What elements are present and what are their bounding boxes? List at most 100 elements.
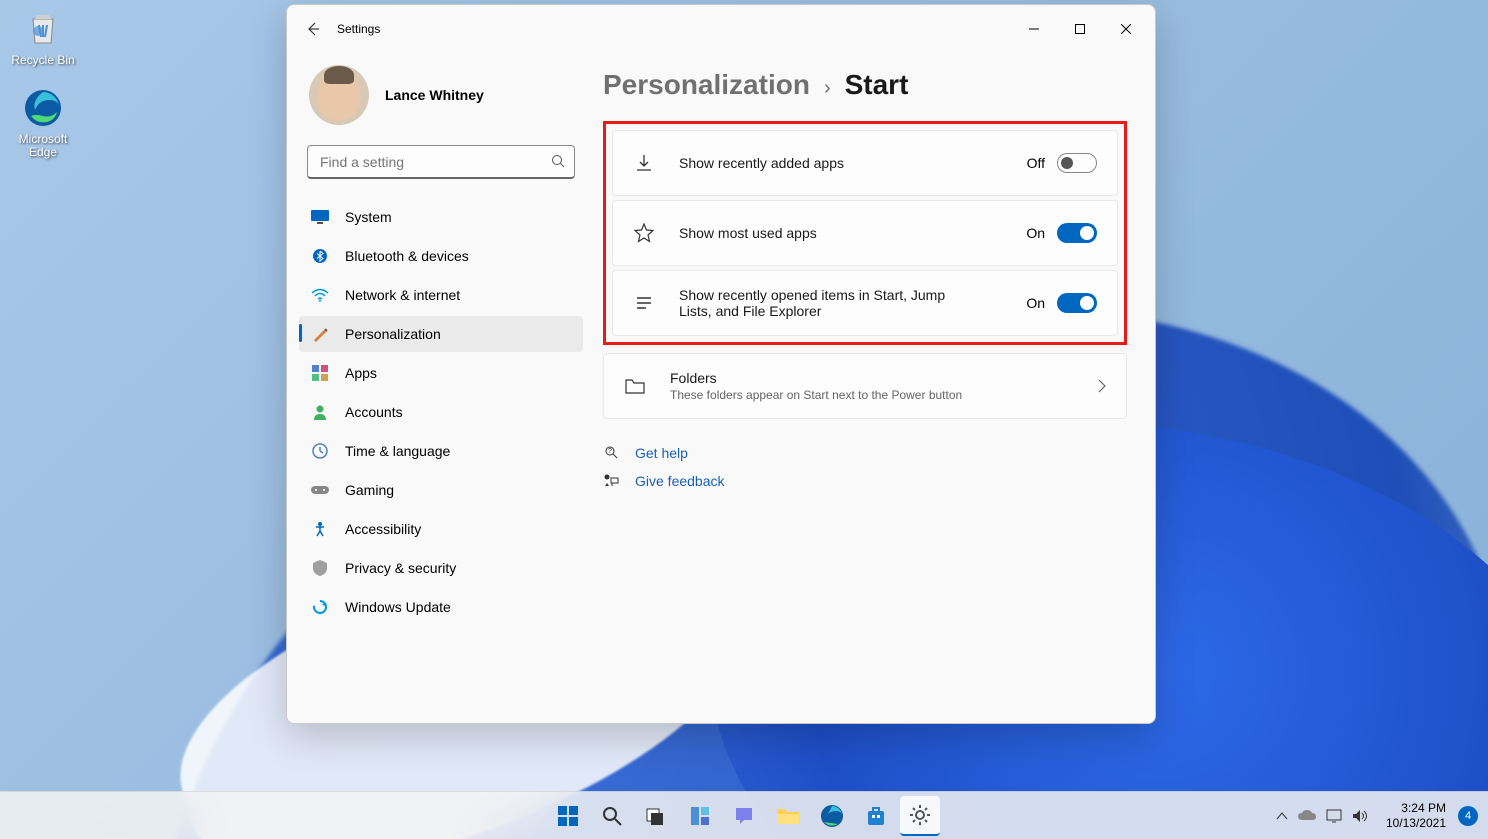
toggle-state-label: On bbox=[1026, 295, 1045, 311]
avatar bbox=[309, 65, 369, 125]
paintbrush-icon bbox=[311, 325, 329, 343]
breadcrumb: Personalization › Start bbox=[603, 69, 1127, 101]
search-box bbox=[307, 145, 575, 179]
give-feedback-link[interactable]: Give feedback bbox=[603, 467, 1127, 495]
maximize-button[interactable] bbox=[1057, 13, 1103, 45]
sidebar-item-gaming[interactable]: Gaming bbox=[299, 472, 583, 508]
clock-time: 3:24 PM bbox=[1386, 801, 1446, 815]
toggle-recent-items[interactable] bbox=[1057, 293, 1097, 313]
taskbar-search-button[interactable] bbox=[592, 796, 632, 836]
sidebar-item-label: Accessibility bbox=[345, 521, 421, 537]
svg-text:?: ? bbox=[608, 448, 612, 455]
feedback-icon bbox=[603, 473, 621, 489]
help-icon: ? bbox=[603, 445, 621, 461]
setting-sublabel: These folders appear on Start next to th… bbox=[670, 388, 1098, 402]
store-button[interactable] bbox=[856, 796, 896, 836]
volume-icon[interactable] bbox=[1352, 809, 1368, 823]
sidebar-item-label: Bluetooth & devices bbox=[345, 248, 469, 264]
sidebar-item-label: Accounts bbox=[345, 404, 403, 420]
desktop-icon-label: Microsoft Edge bbox=[8, 133, 78, 159]
toggle-recently-added[interactable] bbox=[1057, 153, 1097, 173]
help-link-label: Get help bbox=[635, 445, 688, 461]
shield-icon bbox=[311, 559, 329, 577]
setting-label: Show most used apps bbox=[679, 225, 1026, 241]
monitor-icon bbox=[311, 208, 329, 226]
list-icon bbox=[633, 292, 655, 314]
help-links: ? Get help Give feedback bbox=[603, 439, 1127, 495]
gamepad-icon bbox=[311, 481, 329, 499]
chevron-right-icon: › bbox=[824, 77, 831, 100]
folder-icon bbox=[624, 375, 646, 397]
back-button[interactable] bbox=[293, 13, 333, 45]
sidebar-item-network[interactable]: Network & internet bbox=[299, 277, 583, 313]
task-view-button[interactable] bbox=[636, 796, 676, 836]
apps-icon bbox=[311, 364, 329, 382]
get-help-link[interactable]: ? Get help bbox=[603, 439, 1127, 467]
desktop-icons: Recycle Bin Microsoft Edge bbox=[8, 8, 78, 180]
tray-chevron-up-icon[interactable] bbox=[1276, 812, 1288, 820]
network-tray-icon[interactable] bbox=[1326, 809, 1342, 823]
sidebar-item-label: Windows Update bbox=[345, 599, 451, 615]
edge-icon bbox=[22, 87, 64, 129]
search-icon bbox=[551, 154, 565, 168]
wifi-icon bbox=[311, 286, 329, 304]
sidebar-item-personalization[interactable]: Personalization bbox=[299, 316, 583, 352]
file-explorer-button[interactable] bbox=[768, 796, 808, 836]
profile-section[interactable]: Lance Whitney bbox=[299, 61, 583, 145]
globe-clock-icon bbox=[311, 442, 329, 460]
settings-window: Settings Lance Whitney System bbox=[286, 4, 1156, 724]
sidebar-item-bluetooth[interactable]: Bluetooth & devices bbox=[299, 238, 583, 274]
setting-row-recent-items[interactable]: Show recently opened items in Start, Jum… bbox=[612, 270, 1118, 336]
accessibility-icon bbox=[311, 520, 329, 538]
taskbar-right: 3:24 PM 10/13/2021 4 bbox=[1270, 801, 1488, 830]
page-title: Start bbox=[845, 69, 909, 101]
help-link-label: Give feedback bbox=[635, 473, 725, 489]
onedrive-icon[interactable] bbox=[1298, 810, 1316, 822]
taskbar: 3:24 PM 10/13/2021 4 bbox=[0, 791, 1488, 839]
widgets-button[interactable] bbox=[680, 796, 720, 836]
sidebar-item-label: Privacy & security bbox=[345, 560, 456, 576]
toggle-state-label: On bbox=[1026, 225, 1045, 241]
minimize-button[interactable] bbox=[1011, 13, 1057, 45]
update-icon bbox=[311, 598, 329, 616]
setting-label: Show recently opened items in Start, Jum… bbox=[679, 287, 959, 319]
sidebar-item-label: Gaming bbox=[345, 482, 394, 498]
setting-row-folders[interactable]: Folders These folders appear on Start ne… bbox=[603, 353, 1127, 419]
setting-label: Show recently added apps bbox=[679, 155, 1027, 171]
desktop-icon-edge[interactable]: Microsoft Edge bbox=[8, 87, 78, 159]
profile-name: Lance Whitney bbox=[385, 87, 484, 103]
desktop-icon-recycle-bin[interactable]: Recycle Bin bbox=[8, 8, 78, 67]
breadcrumb-parent[interactable]: Personalization bbox=[603, 69, 810, 101]
clock-date: 10/13/2021 bbox=[1386, 816, 1446, 830]
sidebar-item-label: Network & internet bbox=[345, 287, 460, 303]
setting-row-recently-added[interactable]: Show recently added apps Off bbox=[612, 130, 1118, 196]
toggle-most-used[interactable] bbox=[1057, 223, 1097, 243]
nav-list: System Bluetooth & devices Network & int… bbox=[299, 199, 583, 625]
setting-row-most-used[interactable]: Show most used apps On bbox=[612, 200, 1118, 266]
sidebar: Lance Whitney System Bluetooth & devices bbox=[287, 53, 587, 723]
sidebar-item-accounts[interactable]: Accounts bbox=[299, 394, 583, 430]
taskbar-clock[interactable]: 3:24 PM 10/13/2021 bbox=[1380, 801, 1452, 830]
sidebar-item-label: Time & language bbox=[345, 443, 450, 459]
close-button[interactable] bbox=[1103, 13, 1149, 45]
window-title: Settings bbox=[337, 22, 380, 36]
sidebar-item-privacy[interactable]: Privacy & security bbox=[299, 550, 583, 586]
bluetooth-icon bbox=[311, 247, 329, 265]
edge-taskbar-button[interactable] bbox=[812, 796, 852, 836]
settings-taskbar-button[interactable] bbox=[900, 796, 940, 836]
start-button[interactable] bbox=[548, 796, 588, 836]
sidebar-item-update[interactable]: Windows Update bbox=[299, 589, 583, 625]
highlighted-settings-group: Show recently added apps Off Show most u… bbox=[603, 121, 1127, 345]
sidebar-item-accessibility[interactable]: Accessibility bbox=[299, 511, 583, 547]
sidebar-item-apps[interactable]: Apps bbox=[299, 355, 583, 391]
sidebar-item-system[interactable]: System bbox=[299, 199, 583, 235]
chevron-right-icon bbox=[1098, 379, 1106, 393]
notification-badge[interactable]: 4 bbox=[1458, 806, 1478, 826]
chat-button[interactable] bbox=[724, 796, 764, 836]
search-input[interactable] bbox=[307, 145, 575, 179]
sidebar-item-label: Personalization bbox=[345, 326, 441, 342]
setting-label: Folders bbox=[670, 370, 1098, 386]
sidebar-item-label: System bbox=[345, 209, 392, 225]
sidebar-item-label: Apps bbox=[345, 365, 377, 381]
sidebar-item-time-language[interactable]: Time & language bbox=[299, 433, 583, 469]
